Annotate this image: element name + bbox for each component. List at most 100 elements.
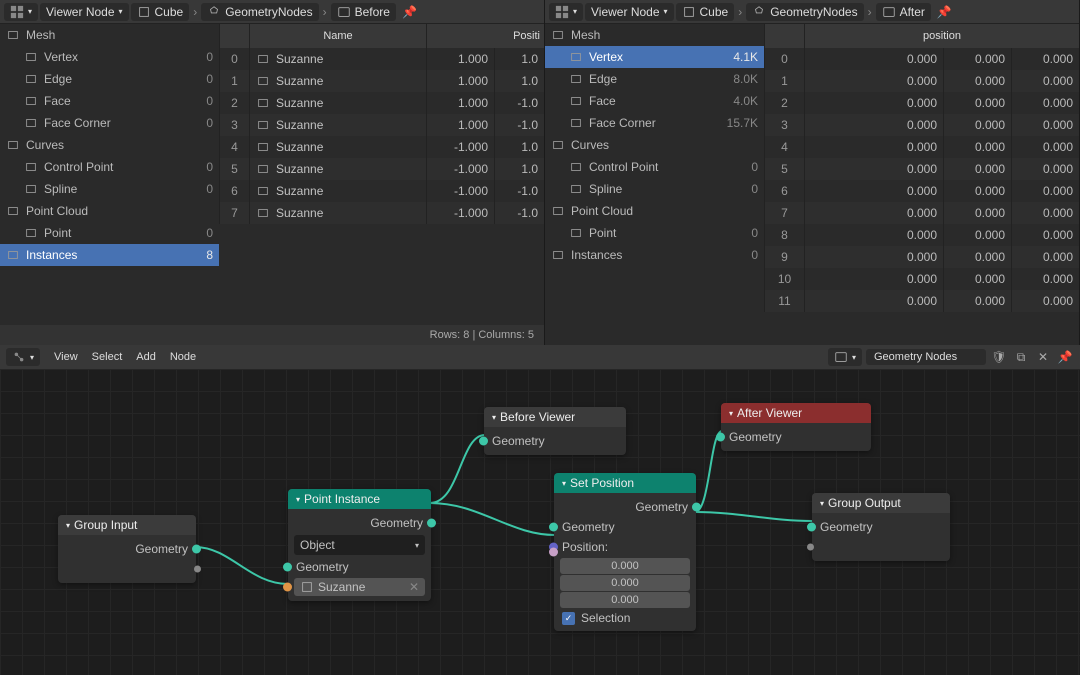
tree-item[interactable]: Control Point0 [0, 156, 219, 178]
socket-geometry-out[interactable]: Geometry [288, 513, 431, 533]
breadcrumb-chevron-icon: › [736, 5, 744, 19]
tree-item[interactable]: Face0 [0, 90, 219, 112]
tree-item[interactable]: Control Point0 [545, 156, 764, 178]
socket-geometry-in[interactable]: Geometry [721, 427, 871, 447]
status-footer: Rows: 8 | Columns: 5 [0, 325, 544, 345]
spreadsheet-header: ▾ Viewer Node ▾ Cube › GeometryNodes › B… [0, 0, 544, 24]
breadcrumb-chevron-icon: › [191, 5, 199, 19]
data-table: position 00.0000.0000.00010.0000.0000.00… [764, 24, 1079, 345]
close-icon[interactable]: ✕ [1034, 348, 1052, 366]
nodegroup-browse-icon[interactable]: ▾ [828, 348, 862, 366]
node-group-input[interactable]: ▾Group Input Geometry [58, 515, 196, 583]
table-row[interactable]: 60.0000.0000.000 [764, 180, 1079, 202]
socket-virtual-out[interactable] [58, 559, 196, 579]
menu-add[interactable]: Add [136, 351, 156, 363]
position-z-field[interactable]: 0.000 [560, 592, 690, 608]
pin-icon[interactable]: 📌 [933, 5, 956, 19]
tree-item[interactable]: Face Corner15.7K [545, 112, 764, 134]
breadcrumb-chevron-icon: › [321, 5, 329, 19]
tree-item[interactable]: Mesh [545, 24, 764, 46]
tree-item[interactable]: Vertex4.1K [545, 46, 764, 68]
table-row[interactable]: 30.0000.0000.000 [764, 114, 1079, 136]
nodegroup-breadcrumb[interactable]: GeometryNodes [746, 3, 863, 21]
pin-icon[interactable]: 📌 [1056, 348, 1074, 366]
position-y-field[interactable]: 0.000 [560, 575, 690, 591]
table-row[interactable]: 0Suzanne1.0001.0 [219, 48, 544, 70]
socket-geometry-out[interactable]: Geometry [554, 497, 696, 517]
table-row[interactable]: 3Suzanne1.000-1.0 [219, 114, 544, 136]
viewer-breadcrumb[interactable]: After [876, 3, 931, 21]
editor-type-icon[interactable]: ▾ [6, 348, 40, 366]
viewer-node-dropdown[interactable]: Viewer Node ▾ [40, 3, 129, 21]
tree-item[interactable]: Vertex0 [0, 46, 219, 68]
socket-geometry-out[interactable]: Geometry [58, 539, 196, 559]
tree-item[interactable]: Face4.0K [545, 90, 764, 112]
socket-geometry-in[interactable]: Geometry [812, 517, 950, 537]
tree-item[interactable]: Face Corner0 [0, 112, 219, 134]
tree-item[interactable]: Point0 [545, 222, 764, 244]
table-row[interactable]: 5Suzanne-1.0001.0 [219, 158, 544, 180]
table-row[interactable]: 2Suzanne1.000-1.0 [219, 92, 544, 114]
position-x-field[interactable]: 0.000 [560, 558, 690, 574]
tree-item[interactable]: Mesh [0, 24, 219, 46]
table-row[interactable]: 70.0000.0000.000 [764, 202, 1079, 224]
column-name: Name [249, 24, 426, 48]
pin-icon[interactable]: 📌 [398, 5, 421, 19]
node-before-viewer[interactable]: ▾Before Viewer Geometry [484, 407, 626, 455]
table-row[interactable]: 80.0000.0000.000 [764, 224, 1079, 246]
nodegroup-name-field[interactable]: Geometry Nodes [866, 349, 986, 365]
editor-type-icon[interactable]: ▾ [4, 3, 38, 21]
column-position: position [804, 24, 1079, 48]
tree-item[interactable]: Edge0 [0, 68, 219, 90]
viewer-node-dropdown[interactable]: Viewer Node ▾ [585, 3, 674, 21]
socket-geometry-in[interactable]: Geometry [484, 431, 626, 451]
socket-geometry-in[interactable]: Geometry [554, 517, 696, 537]
shield-icon[interactable]: 🛡 [990, 348, 1008, 366]
table-row[interactable]: 40.0000.0000.000 [764, 136, 1079, 158]
domain-tree: MeshVertex0Edge0Face0Face Corner0CurvesC… [0, 24, 219, 325]
spreadsheet-header: ▾ Viewer Node ▾ Cube › GeometryNodes › A… [545, 0, 1079, 24]
tree-item[interactable]: Spline0 [545, 178, 764, 200]
tree-item[interactable]: Curves [0, 134, 219, 156]
tree-item[interactable]: Spline0 [0, 178, 219, 200]
table-row[interactable]: 1Suzanne1.0001.0 [219, 70, 544, 92]
tree-item[interactable]: Point Cloud [0, 200, 219, 222]
socket-virtual-in[interactable] [812, 537, 950, 557]
node-group-output[interactable]: ▾Group Output Geometry [812, 493, 950, 561]
node-point-instance[interactable]: ▾Point Instance Geometry Object▾ Geometr… [288, 489, 431, 601]
tree-item[interactable]: Curves [545, 134, 764, 156]
socket-selection-in[interactable]: ✓Selection [554, 609, 696, 627]
instance-type-dropdown[interactable]: Object▾ [294, 535, 425, 555]
menu-view[interactable]: View [54, 351, 78, 363]
editor-type-icon[interactable]: ▾ [549, 3, 583, 21]
table-row[interactable]: 100.0000.0000.000 [764, 268, 1079, 290]
table-row[interactable]: 4Suzanne-1.0001.0 [219, 136, 544, 158]
object-breadcrumb[interactable]: Cube [131, 3, 190, 21]
menu-select[interactable]: Select [92, 351, 123, 363]
tree-item[interactable]: Point Cloud [545, 200, 764, 222]
node-set-position[interactable]: ▾Set Position Geometry Geometry Position… [554, 473, 696, 631]
node-after-viewer[interactable]: ▾After Viewer Geometry [721, 403, 871, 451]
duplicate-icon[interactable]: ⧉ [1012, 348, 1030, 366]
tree-item[interactable]: Edge8.0K [545, 68, 764, 90]
table-row[interactable]: 00.0000.0000.000 [764, 48, 1079, 70]
spreadsheet-panel-right: ▾ Viewer Node ▾ Cube › GeometryNodes › A… [545, 0, 1080, 345]
nodegroup-breadcrumb[interactable]: GeometryNodes [201, 3, 318, 21]
object-field[interactable]: Suzanne ✕ [294, 578, 425, 596]
node-canvas[interactable]: ▾Group Input Geometry ▾Point Instance Ge… [0, 369, 1080, 675]
tree-item[interactable]: Point0 [0, 222, 219, 244]
table-row[interactable]: 50.0000.0000.000 [764, 158, 1079, 180]
table-row[interactable]: 7Suzanne-1.000-1.0 [219, 202, 544, 224]
tree-item[interactable]: Instances8 [0, 244, 219, 266]
viewer-breadcrumb[interactable]: Before [331, 3, 396, 21]
object-breadcrumb[interactable]: Cube [676, 3, 735, 21]
table-row[interactable]: 90.0000.0000.000 [764, 246, 1079, 268]
socket-position-in: Position: [554, 537, 696, 557]
socket-geometry-in[interactable]: Geometry [288, 557, 431, 577]
tree-item[interactable]: Instances0 [545, 244, 764, 266]
table-row[interactable]: 10.0000.0000.000 [764, 70, 1079, 92]
menu-node[interactable]: Node [170, 351, 196, 363]
table-row[interactable]: 110.0000.0000.000 [764, 290, 1079, 312]
table-row[interactable]: 6Suzanne-1.000-1.0 [219, 180, 544, 202]
table-row[interactable]: 20.0000.0000.000 [764, 92, 1079, 114]
